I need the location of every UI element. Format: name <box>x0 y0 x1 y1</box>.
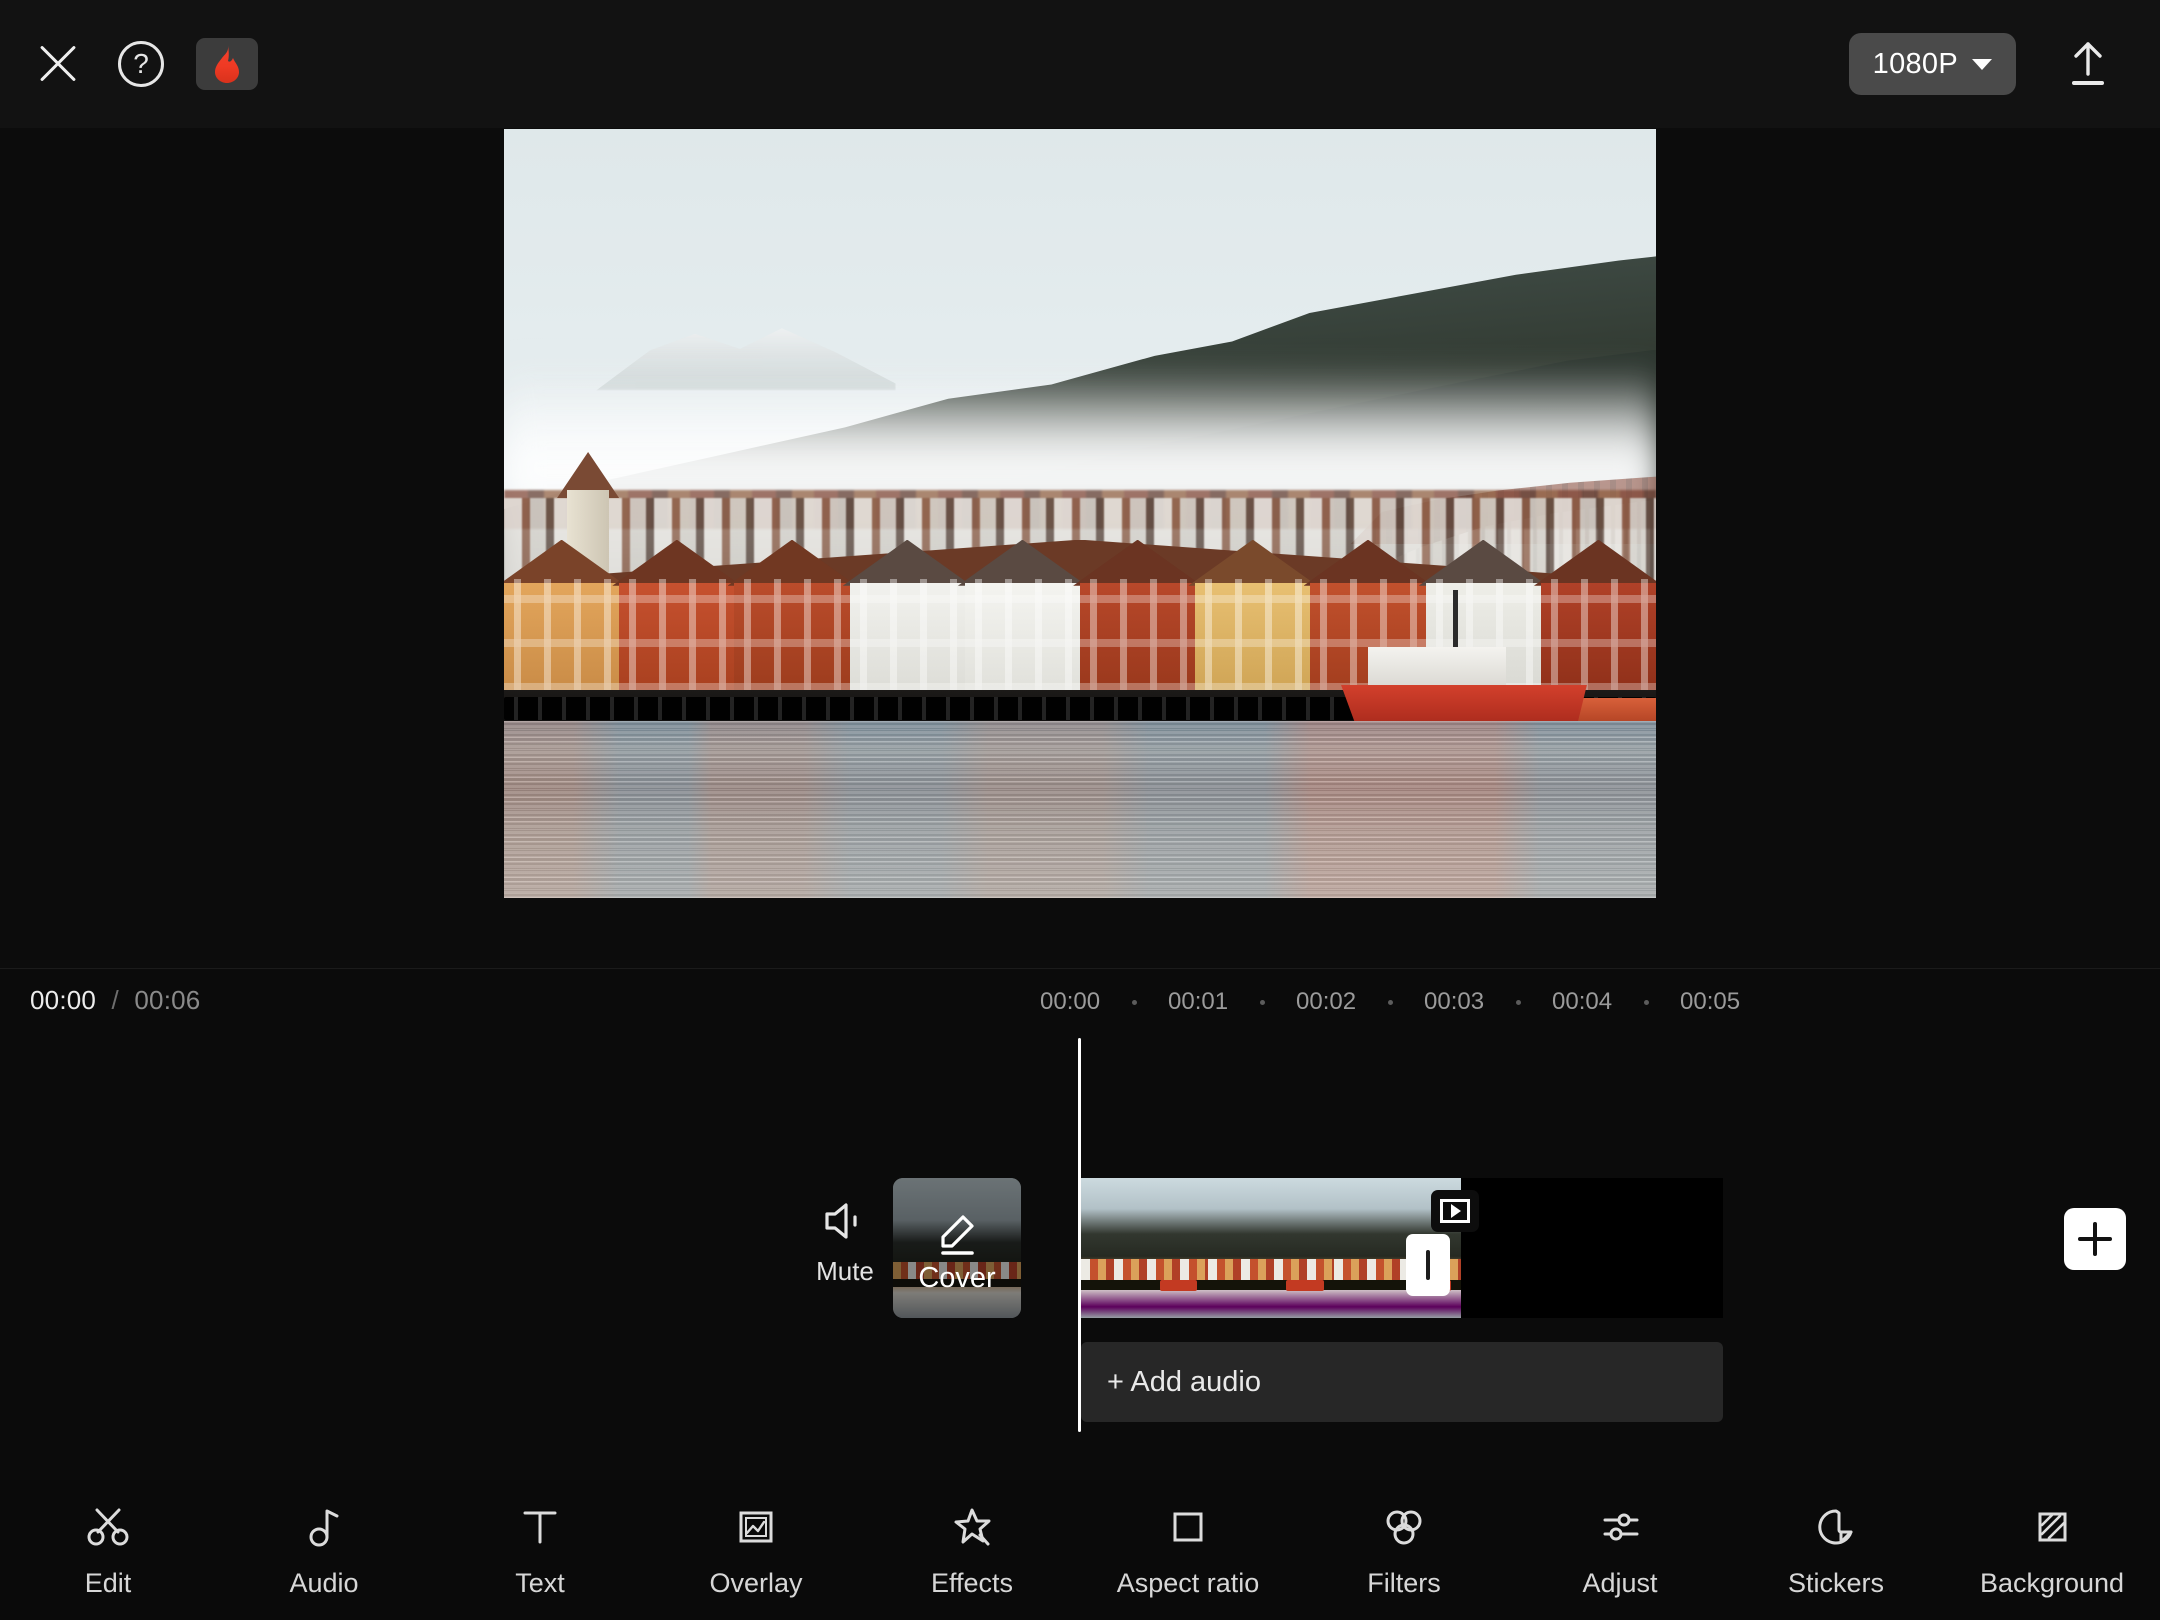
toolbar-item-text[interactable]: Text <box>432 1502 648 1599</box>
clip-thumbnails <box>1081 1178 1461 1318</box>
water-sheen <box>504 721 1656 898</box>
timeline: 00:00 / 00:06 00:00 00:01 00:02 00:03 00… <box>0 968 2160 1480</box>
preview-area <box>0 128 2160 968</box>
toolbar-item-effects[interactable]: Effects <box>864 1502 1080 1599</box>
boat-mast <box>1453 590 1458 652</box>
tick-label: 00:03 <box>1424 988 1484 1016</box>
three-circles-icon <box>1379 1502 1429 1552</box>
toolbar-label: Text <box>515 1568 565 1599</box>
upload-icon <box>2062 38 2114 90</box>
mute-label: Mute <box>816 1256 874 1287</box>
playhead[interactable] <box>1078 1038 1081 1432</box>
tick-dot <box>1644 1000 1649 1005</box>
timeline-ruler: 00:00 / 00:06 00:00 00:01 00:02 00:03 00… <box>0 968 2160 1030</box>
sliders-icon <box>1595 1502 1645 1552</box>
close-icon <box>30 36 86 92</box>
current-time: 00:00 <box>30 985 96 1015</box>
speaker-icon <box>821 1200 869 1242</box>
tick-dot <box>1260 1000 1265 1005</box>
tick-label: 00:05 <box>1680 988 1740 1016</box>
toolbar-item-overlay[interactable]: Overlay <box>648 1502 864 1599</box>
boat-cabin <box>1368 647 1506 690</box>
add-audio-label: + Add audio <box>1107 1366 1261 1399</box>
ruler-tick-labels: 00:00 00:01 00:02 00:03 00:04 00:05 <box>1040 987 1740 1017</box>
sticker-icon <box>1811 1502 1861 1552</box>
toolbar-item-audio[interactable]: Audio <box>216 1502 432 1599</box>
square-icon <box>1163 1502 1213 1552</box>
mute-button[interactable]: Mute <box>790 1200 900 1287</box>
tick-label: 00:00 <box>1040 988 1100 1016</box>
video-badge <box>1431 1190 1479 1232</box>
quality-selector[interactable]: 1080P <box>1849 33 2016 95</box>
tick-label: 00:02 <box>1296 988 1356 1016</box>
export-button[interactable] <box>2062 38 2114 90</box>
toolbar-item-adjust[interactable]: Adjust <box>1512 1502 1728 1599</box>
help-button[interactable]: ? <box>118 41 164 87</box>
text-t-icon <box>515 1502 565 1552</box>
video-badge-icon <box>1440 1199 1470 1223</box>
clip-thumbnail-frame <box>1208 1178 1335 1318</box>
toolbar-label: Background <box>1980 1568 2124 1599</box>
time-readout: 00:00 / 00:06 <box>30 985 200 1016</box>
help-icon: ? <box>118 41 164 87</box>
sparkle-star-icon <box>947 1502 997 1552</box>
add-media-button[interactable] <box>2064 1208 2126 1270</box>
hatched-square-icon <box>2027 1502 2077 1552</box>
top-bar: ? 1080P <box>0 0 2160 128</box>
flame-button[interactable] <box>196 38 258 90</box>
bottom-toolbar: Edit Audio Text Overlay <box>0 1480 2160 1620</box>
top-bar-right-group: 1080P <box>1849 33 2160 95</box>
chevron-down-icon <box>1972 59 1992 70</box>
toolbar-label: Audio <box>289 1568 358 1599</box>
toolbar-item-filters[interactable]: Filters <box>1296 1502 1512 1599</box>
quality-label: 1080P <box>1873 48 1958 81</box>
picture-frame-icon <box>731 1502 781 1552</box>
toolbar-label: Stickers <box>1788 1568 1884 1599</box>
timeline-tracks[interactable]: Mute Cover <box>0 1030 2160 1480</box>
toolbar-item-stickers[interactable]: Stickers <box>1728 1502 1944 1599</box>
top-bar-left-group: ? <box>0 36 258 92</box>
time-separator: / <box>112 985 119 1015</box>
toolbar-label: Aspect ratio <box>1117 1568 1260 1599</box>
tick-label: 00:01 <box>1168 988 1228 1016</box>
flame-icon <box>212 45 242 83</box>
toolbar-label: Filters <box>1367 1568 1441 1599</box>
toolbar-label: Edit <box>85 1568 132 1599</box>
toolbar-item-edit[interactable]: Edit <box>0 1502 216 1599</box>
pencil-icon <box>935 1212 979 1256</box>
trim-handle[interactable] <box>1406 1234 1450 1296</box>
video-clip[interactable] <box>1081 1178 1723 1318</box>
toolbar-label: Effects <box>931 1568 1013 1599</box>
cover-label: Cover <box>893 1262 1021 1295</box>
toolbar-item-aspect-ratio[interactable]: Aspect ratio <box>1080 1502 1296 1599</box>
video-preview[interactable] <box>504 129 1656 898</box>
scissors-icon <box>83 1502 133 1552</box>
tick-dot <box>1132 1000 1137 1005</box>
total-time: 00:06 <box>134 985 200 1015</box>
toolbar-label: Adjust <box>1582 1568 1657 1599</box>
tick-dot <box>1388 1000 1393 1005</box>
music-note-icon <box>299 1502 349 1552</box>
clip-thumbnail-frame <box>1081 1178 1208 1318</box>
cover-button[interactable]: Cover <box>893 1178 1021 1318</box>
toolbar-item-background[interactable]: Background <box>1944 1502 2160 1599</box>
toolbar-label: Overlay <box>709 1568 802 1599</box>
add-audio-button[interactable]: + Add audio <box>1081 1342 1723 1422</box>
tick-label: 00:04 <box>1552 988 1612 1016</box>
close-button[interactable] <box>30 36 86 92</box>
tick-dot <box>1516 1000 1521 1005</box>
